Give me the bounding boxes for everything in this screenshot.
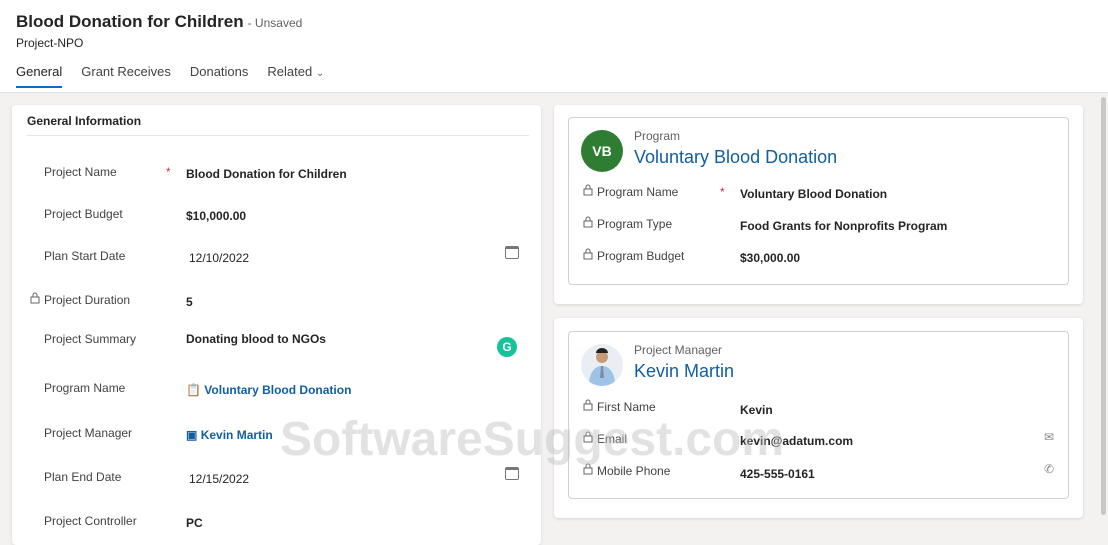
tab-grant-receives[interactable]: Grant Receives <box>81 64 171 87</box>
program-name-link[interactable]: Voluntary Blood Donation <box>634 147 837 168</box>
field-project-budget: Project Budget $10,000.00 <box>12 207 541 227</box>
project-summary-input[interactable]: Donating blood to NGOs <box>186 332 326 346</box>
lock-icon <box>30 292 40 304</box>
lock-icon <box>583 248 593 260</box>
field-label: Program Budget <box>597 249 685 263</box>
lock-icon <box>583 399 593 411</box>
card-type: Project Manager <box>634 343 723 357</box>
project-manager-link[interactable]: Kevin Martin <box>201 428 273 442</box>
project-manager-lookup[interactable]: ▣ Kevin Martin <box>186 428 273 442</box>
manager-name-link[interactable]: Kevin Martin <box>634 361 734 382</box>
field-program-budget: Program Budget $30,000.00 <box>569 248 1068 269</box>
tab-donations[interactable]: Donations <box>190 64 249 87</box>
contact-icon: ▣ <box>186 428 198 442</box>
field-label: Plan End Date <box>44 470 122 484</box>
lock-icon <box>583 216 593 228</box>
field-mobile-phone: Mobile Phone 425-555-0161 ✆ <box>569 462 1068 484</box>
entity-name: Project-NPO <box>16 36 84 50</box>
field-plan-end-date: Plan End Date 12/15/2022 <box>12 467 541 490</box>
field-value: Voluntary Blood Donation <box>740 187 888 201</box>
plan-end-date-input[interactable]: 12/15/2022 <box>189 472 249 486</box>
calendar-icon[interactable] <box>505 246 519 259</box>
phone-icon[interactable]: ✆ <box>1044 462 1054 476</box>
record-title: Blood Donation for Children - Unsaved <box>16 12 303 31</box>
field-project-duration: Project Duration 5 <box>12 292 541 313</box>
field-label: Project Manager <box>44 426 133 440</box>
lock-icon <box>583 184 593 196</box>
field-label: Project Duration <box>44 293 131 307</box>
field-label: Project Budget <box>44 207 123 221</box>
field-label: Project Controller <box>44 514 137 528</box>
chevron-down-icon: ⌄ <box>315 68 325 79</box>
tab-related[interactable]: Related ⌄ <box>267 64 324 87</box>
field-project-controller: Project Controller PC <box>12 514 541 534</box>
field-label: Project Name <box>44 165 117 179</box>
field-plan-start-date: Plan Start Date 12/10/2022 <box>12 246 541 269</box>
tab-general[interactable]: General <box>16 64 63 88</box>
watermark: SoftwareSuggest.com <box>280 413 785 466</box>
form-header: Blood Donation for Children - Unsaved Pro… <box>0 0 1108 93</box>
project-controller-input[interactable]: PC <box>186 516 203 530</box>
field-program-name: Program Name * Voluntary Blood Donation <box>569 184 1068 205</box>
calendar-icon[interactable] <box>505 467 519 480</box>
field-project-summary: Project Summary Donating blood to NGOs G <box>12 332 541 357</box>
field-label: Program Type <box>597 217 673 231</box>
project-name-input[interactable]: Blood Donation for Children <box>186 167 347 181</box>
field-label: Plan Start Date <box>44 249 126 263</box>
field-value: $30,000.00 <box>740 251 801 265</box>
program-name-link[interactable]: Voluntary Blood Donation <box>204 383 351 397</box>
field-label: Project Summary <box>44 332 137 346</box>
required-indicator: * <box>166 165 171 179</box>
tab-related-label: Related <box>267 64 313 79</box>
field-label: Program Name <box>44 381 126 395</box>
field-value: 425-555-0161 <box>740 467 815 481</box>
project-duration-value: 5 <box>186 295 193 309</box>
field-project-name: Project Name * Blood Donation for Children <box>12 165 541 185</box>
program-name-lookup[interactable]: 📋 Voluntary Blood Donation <box>186 383 351 397</box>
program-icon: 📋 <box>186 383 201 397</box>
section-title: General Information <box>27 114 142 128</box>
scrollbar[interactable] <box>1101 97 1106 515</box>
divider <box>27 135 529 136</box>
send-email-icon[interactable]: ✉ <box>1044 430 1054 444</box>
field-label: Program Name <box>597 185 679 199</box>
tab-bar: General Grant Receives Donations Related… <box>16 64 324 88</box>
field-program-type: Program Type Food Grants for Nonprofits P… <box>569 216 1068 237</box>
card-type: Program <box>634 129 681 143</box>
save-status: - Unsaved <box>247 16 303 30</box>
manager-photo <box>581 344 623 386</box>
plan-start-date-input[interactable]: 12/10/2022 <box>189 251 249 265</box>
program-quick-view: VB Program Voluntary Blood Donation Prog… <box>554 105 1083 304</box>
general-information-section: General Information Project Name * Blood D… <box>12 105 541 545</box>
project-budget-input[interactable]: $10,000.00 <box>186 209 246 223</box>
required-indicator: * <box>720 185 725 199</box>
grammarly-icon[interactable]: G <box>497 337 517 357</box>
program-avatar: VB <box>581 130 623 172</box>
field-value: Food Grants for Nonprofits Program <box>740 219 948 233</box>
field-program-name: Program Name 📋 Voluntary Blood Donation <box>12 381 541 401</box>
